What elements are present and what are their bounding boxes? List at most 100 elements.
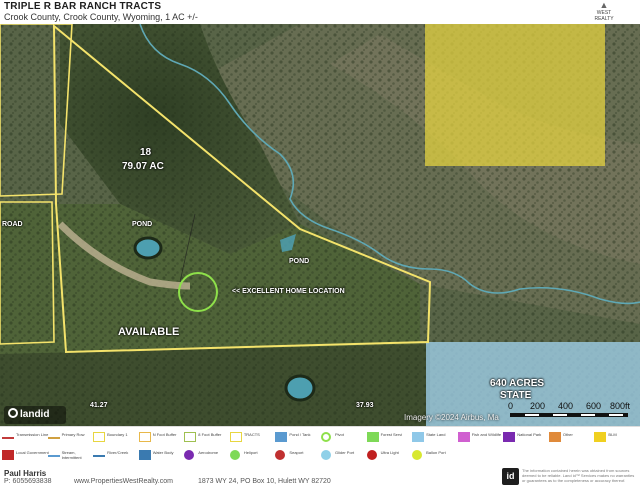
disclaimer: The information contained herein was obt… [522, 468, 635, 483]
legend-item: Aerodrome [184, 447, 230, 463]
legend-item: Glider Port [321, 447, 367, 463]
legend-swatch [47, 455, 60, 457]
legend-swatch [548, 432, 561, 442]
legend-swatch [366, 450, 377, 460]
legend-item: Ballon Port [412, 447, 458, 463]
legend-item: Water Body [138, 447, 185, 463]
agent-website[interactable]: www.PropertiesWestRealty.com [74, 478, 173, 485]
legend-swatch [275, 432, 288, 442]
legend-item: Seaport [275, 447, 321, 463]
scale-tick: 600 [586, 401, 602, 411]
mountain-icon: ▲ [599, 0, 609, 10]
legend-swatch [412, 432, 425, 442]
scale-tick: 0 [508, 401, 514, 411]
legend-label: Transmission Line [16, 432, 49, 437]
legend-swatch [2, 450, 14, 460]
blm-land-overlay[interactable] [425, 24, 605, 166]
aerial-map[interactable]: 18 79.07 AC POND POND << EXCELLENT HOME … [0, 24, 640, 426]
legend-label: Primary Row [61, 432, 85, 437]
legend-swatch [594, 432, 607, 442]
legend-label: Other [562, 432, 573, 437]
legend-label: Ultra Light [380, 450, 399, 455]
legend-label: TRACTS [243, 432, 260, 437]
road-label: ROAD [2, 221, 23, 228]
legend-item: State Land [412, 429, 458, 445]
legend-swatch [93, 455, 106, 457]
legend-swatch [366, 432, 379, 442]
legend-item: Boundary 1 [93, 429, 139, 445]
brand-logo: ▲ WEST REALTY [588, 1, 620, 23]
legend-label: Ballon Port [426, 450, 446, 455]
legend-swatch [93, 432, 106, 442]
legend-item: Local Government [2, 447, 49, 463]
legend-item: Other [548, 429, 595, 445]
tract-acres-label: 79.07 AC [122, 161, 164, 172]
pond-west[interactable] [133, 236, 163, 260]
legend-item: Pivot [321, 429, 367, 445]
legend-swatch [321, 432, 331, 442]
legend-label: 8 Foot Buffer [198, 432, 222, 437]
scale-tick: 400 [558, 401, 574, 411]
legend-item: TRACTS [229, 429, 276, 445]
imagery-attribution: Imagery ©2024 Airbus, Ma [404, 413, 499, 422]
legend-swatch [184, 450, 195, 460]
legend-label: Stream, Intermittent [61, 450, 82, 460]
scale-bar-graphic [510, 413, 628, 417]
landid-logo: landid box [4, 406, 66, 424]
legend-label: N Foot Buffer [152, 432, 177, 437]
legend-swatch [503, 432, 516, 442]
legend-swatch [321, 450, 331, 460]
legend-swatch [47, 437, 60, 439]
home-location-label: << EXCELLENT HOME LOCATION [232, 288, 345, 295]
legend-item: 8 Foot Buffer [184, 429, 230, 445]
legend-swatch [229, 450, 240, 460]
legend-label: Water Body [152, 450, 174, 455]
legend-label: Heliport [243, 450, 258, 455]
scale-tick: 800ft [610, 401, 631, 411]
pond-west-label: POND [132, 221, 153, 228]
legend-item: N Foot Buffer [138, 429, 185, 445]
brand-name: WEST REALTY [594, 10, 614, 22]
legend-item: Ultra Light [366, 447, 413, 463]
legend-label: Pond / Tank [289, 432, 311, 437]
legend-label: River/Creek [107, 450, 129, 455]
legend-item: National Park [503, 429, 549, 445]
legend-label: National Park [517, 432, 542, 437]
legend-label: State Land [426, 432, 446, 437]
legend-item: Transmission Line [2, 429, 48, 445]
legend-swatch [229, 432, 242, 442]
listing-title: TRIPLE R BAR RANCH TRACTS [4, 1, 162, 12]
legend-label: Aerodrome [198, 450, 219, 455]
legend-item: Stream, Intermittent [47, 447, 94, 463]
tract-number-label: 18 [140, 147, 152, 158]
agent-address: 1873 WY 24, PO Box 10, Hulett WY 82720 [198, 478, 331, 485]
id-badge-icon: id [502, 468, 519, 485]
legend-item: BLM [594, 429, 640, 445]
legend-label: Local Government [16, 450, 49, 455]
legend-label: Boundary 1 [107, 432, 128, 437]
legend-swatch [2, 437, 14, 439]
legend-swatch [138, 432, 151, 442]
scale-tick: 200 [530, 401, 546, 411]
listing-subtitle: Crook County, Crook County, Wyoming, 1 A… [4, 12, 198, 22]
legend-label: Fish and Wildlife [471, 432, 502, 437]
logo-ring-icon [8, 408, 18, 418]
legend-label: BLM [608, 432, 617, 437]
legend-swatch [412, 450, 423, 460]
tract-marker-left: 41.27 [90, 402, 108, 409]
state-acres-label: 640 ACRES [490, 378, 545, 389]
legend-item: River/Creek [93, 447, 139, 463]
legend-item: Primary Row [47, 429, 94, 445]
agent-phone[interactable]: P: 6055693838 [4, 478, 52, 485]
availability-label: AVAILABLE [118, 326, 180, 338]
agent-name: Paul Harris [4, 469, 47, 478]
legend-swatch [457, 432, 470, 442]
tract-marker-right: 37.93 [356, 402, 374, 409]
pond-south[interactable] [284, 374, 316, 402]
legend-swatch [275, 450, 286, 460]
legend-label: Glider Port [335, 450, 355, 455]
map-footer: Paul Harris P: 6055693838 www.Properties… [0, 466, 640, 488]
legend-swatch [184, 432, 197, 442]
map-header: TRIPLE R BAR RANCH TRACTS Crook County, … [0, 0, 640, 24]
map-canvas [0, 24, 640, 426]
